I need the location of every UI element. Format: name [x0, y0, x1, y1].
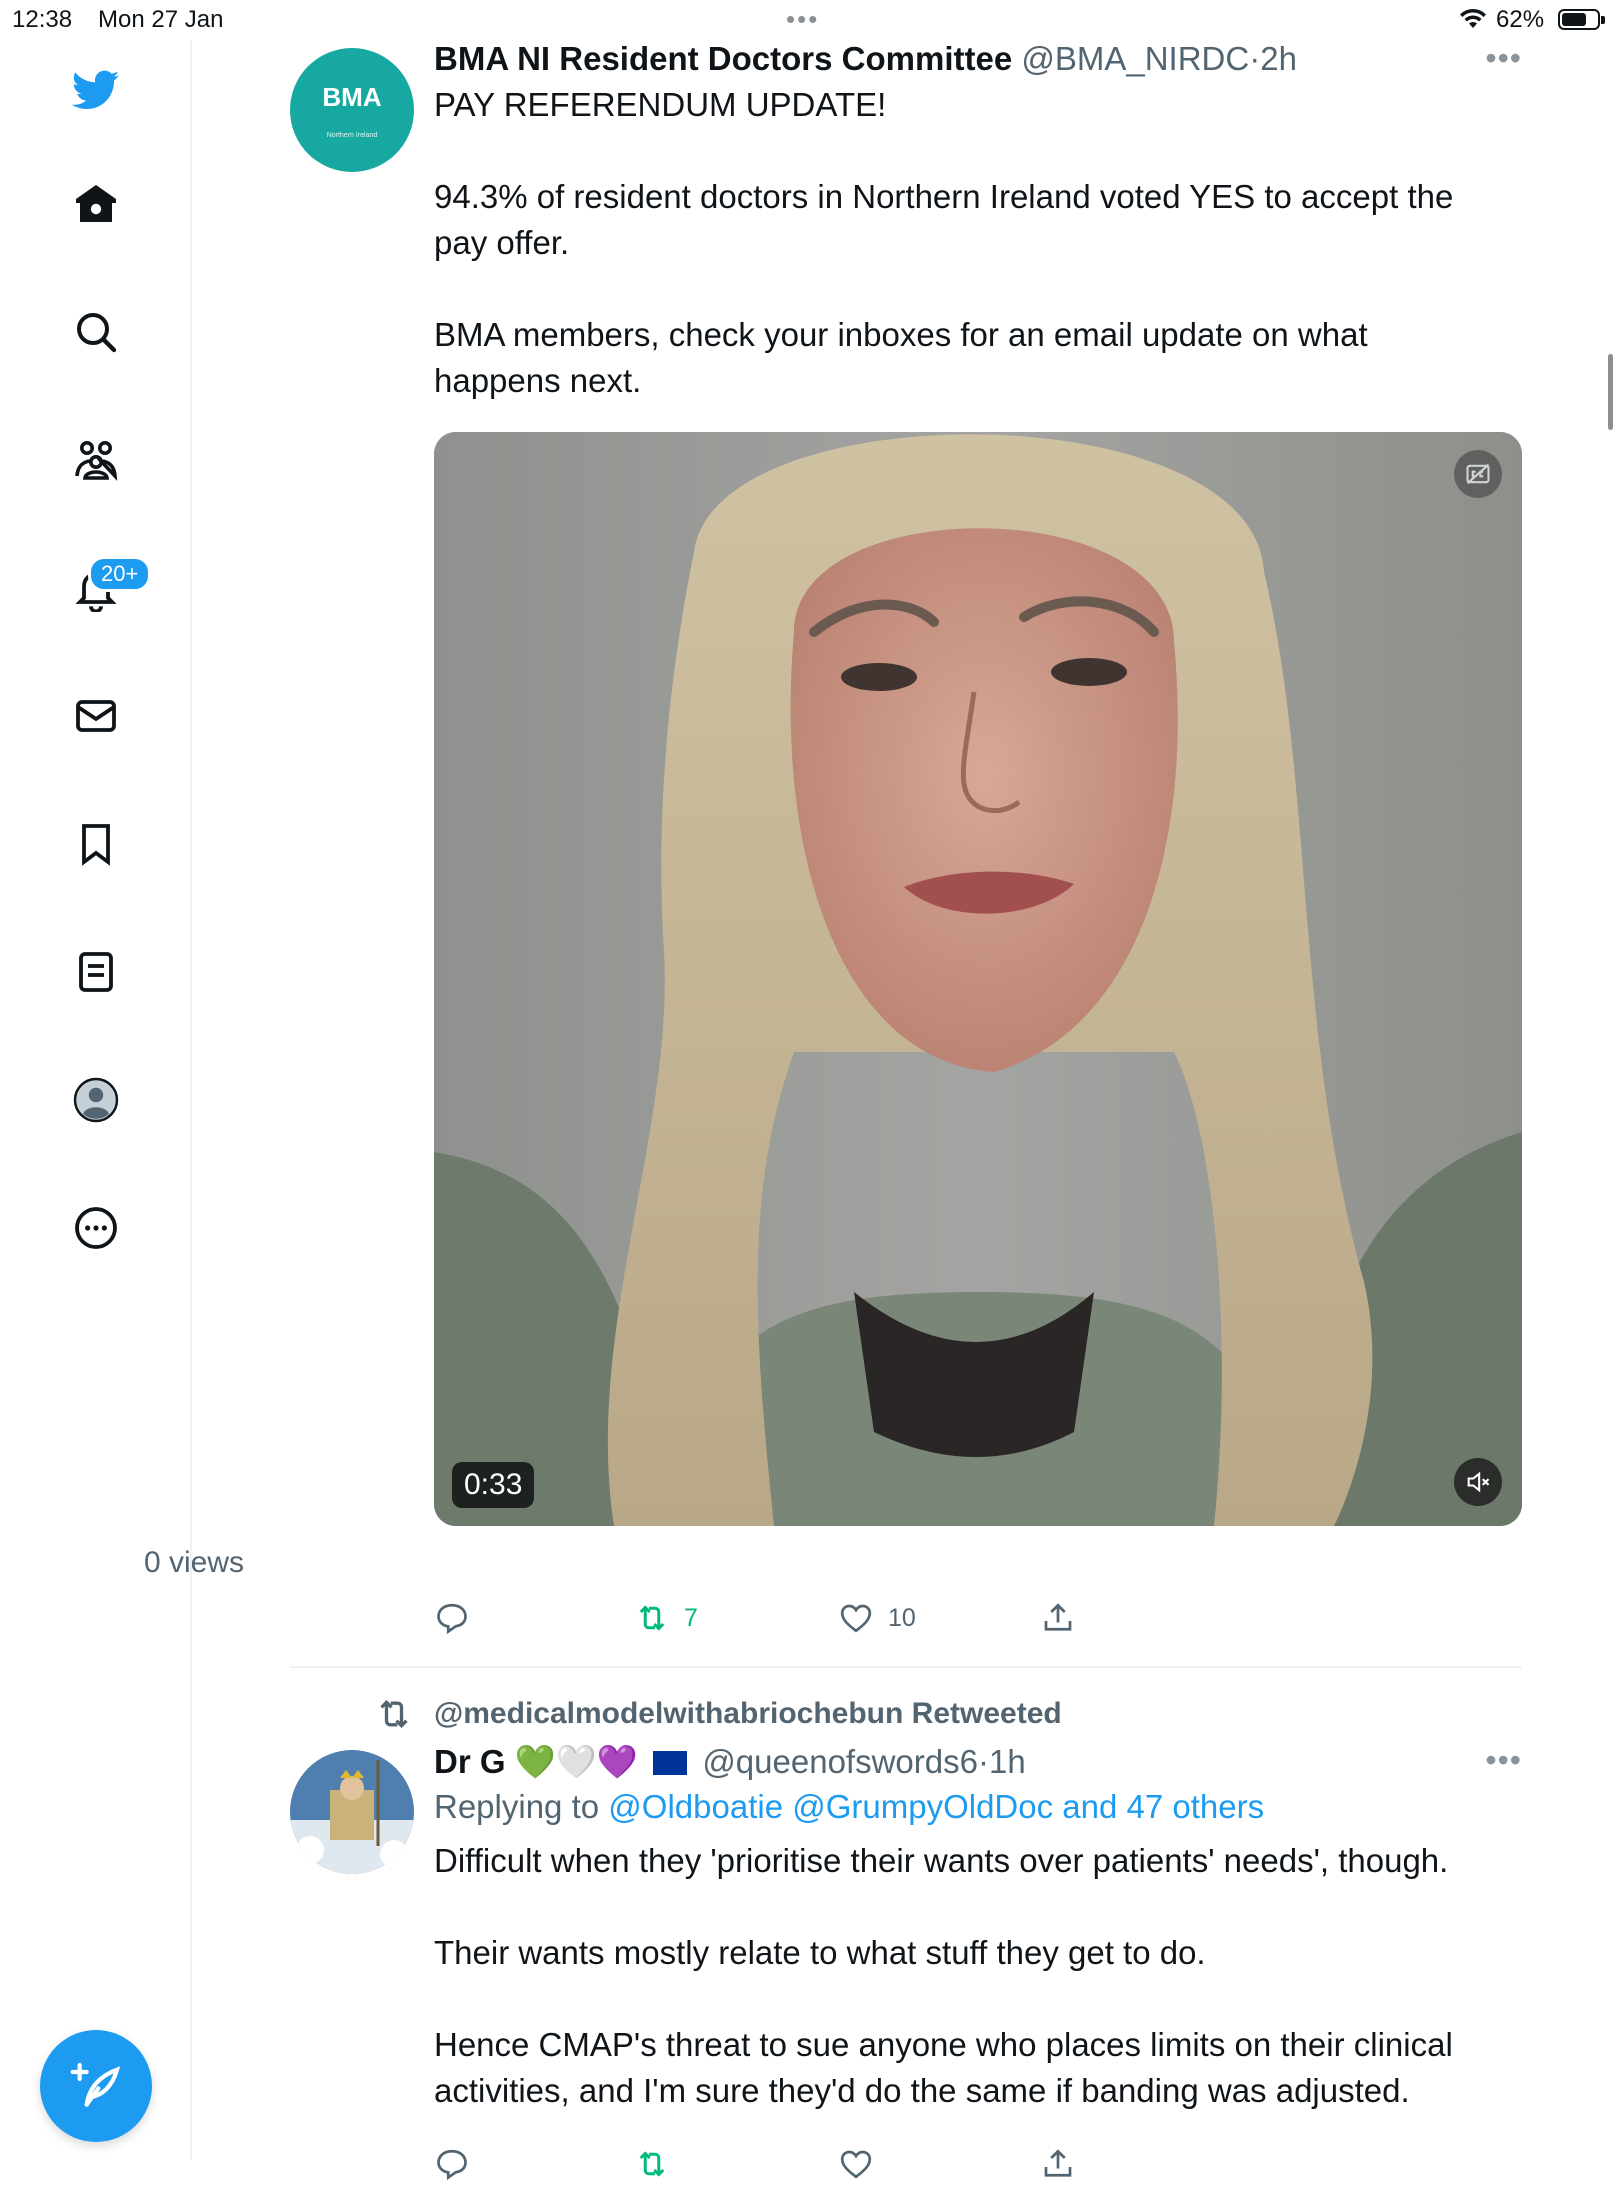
wifi-icon: [1460, 8, 1486, 28]
share-icon: [1044, 2149, 1072, 2177]
replying-to-users-link[interactable]: @Oldboatie @GrumpyOldDoc and 47 others: [608, 1788, 1264, 1825]
tweet-line: BMA members, check your inboxes for an e…: [434, 316, 1368, 353]
heart-icon: [840, 1604, 872, 1633]
avatar-drg[interactable]: [290, 1750, 414, 1874]
more-icon[interactable]: [66, 1198, 126, 1258]
tweet-line: Their wants mostly relate to what stuff …: [434, 1934, 1206, 1971]
author-handle[interactable]: @BMA_NIRDC: [1021, 40, 1249, 77]
messages-icon[interactable]: [66, 686, 126, 746]
speaker-muted-icon: [1467, 1471, 1490, 1493]
reply-button[interactable]: [434, 2146, 484, 2182]
tweet-time[interactable]: 1h: [989, 1743, 1026, 1780]
home-icon[interactable]: [66, 174, 126, 234]
tweet-divider: [290, 1666, 1522, 1668]
twitter-logo-icon[interactable]: [66, 60, 126, 120]
tweet-header: BMA NI Resident Doctors Committee @BMA_N…: [434, 40, 1524, 78]
retweet-icon: [380, 1699, 408, 1729]
scrollbar-thumb[interactable]: [1608, 354, 1613, 430]
tweet-line: 94.3% of resident doctors in Northern Ir…: [434, 178, 1454, 215]
share-button[interactable]: [1040, 1600, 1090, 1636]
reply-icon: [437, 1603, 467, 1635]
tweet-drg-content: Dr G 💚🤍💜 @queenofswords6·1h Replying to …: [434, 1742, 1524, 2114]
retweet-button[interactable]: [634, 2146, 684, 2182]
tweet-header: Dr G 💚🤍💜 @queenofswords6·1h: [434, 1742, 1524, 1782]
tweet-line: activities, and I'm sure they'd do the s…: [434, 2072, 1410, 2109]
tweet-line: Hence CMAP's threat to sue anyone who pl…: [434, 2026, 1453, 2063]
separator-dot: ·: [977, 1743, 989, 1780]
captions-icon: [1466, 463, 1490, 485]
compose-tweet-button[interactable]: [40, 2030, 152, 2142]
avatar-bma-subtext: Northern Ireland: [326, 132, 378, 139]
replying-to-line: Replying to @Oldboatie @GrumpyOldDoc and…: [434, 1788, 1524, 1826]
reply-button[interactable]: [434, 1600, 484, 1636]
tweet-action-bar: [434, 2146, 1434, 2186]
heart-icon: [840, 2150, 872, 2179]
retweet-button[interactable]: 7: [634, 1600, 698, 1636]
share-button[interactable]: [1040, 2146, 1090, 2182]
battery-icon: [1558, 9, 1605, 30]
tweet-bma-content: BMA NI Resident Doctors Committee @BMA_N…: [434, 40, 1524, 404]
author-name[interactable]: BMA NI Resident Doctors Committee: [434, 40, 1012, 77]
author-name[interactable]: Dr G: [434, 1743, 506, 1780]
communities-icon[interactable]: [66, 430, 126, 490]
tweet-line: PAY REFERENDUM UPDATE!: [434, 86, 887, 123]
tweet-action-bar: 7 10: [434, 1600, 1434, 1640]
tweet-line: pay offer.: [434, 224, 570, 261]
tweet-line: Difficult when they 'prioritise their wa…: [434, 1842, 1449, 1879]
tweet-text: Difficult when they 'prioritise their wa…: [434, 1838, 1524, 2114]
author-handle[interactable]: @queenofswords6: [702, 1743, 978, 1780]
profile-icon[interactable]: [66, 1070, 126, 1130]
retweet-icon: [639, 1605, 665, 1631]
view-count: 0 views: [144, 1546, 245, 1579]
status-bar: 12:38 Mon 27 Jan ••• 62%: [0, 0, 1620, 40]
retweet-count: 7: [684, 1603, 698, 1632]
search-icon[interactable]: [66, 302, 126, 362]
tweet-line: happens next.: [434, 362, 642, 399]
lists-icon[interactable]: [66, 942, 126, 1002]
tweet-more-options-icon[interactable]: •••: [1485, 1742, 1522, 1779]
mute-button[interactable]: [1454, 1458, 1502, 1506]
avatar-drg-image: [290, 1750, 414, 1874]
retweeted-by-line[interactable]: @medicalmodelwithabriochebun Retweeted: [374, 1694, 1062, 1734]
replying-to-label: Replying to: [434, 1788, 600, 1825]
tweet-video[interactable]: 0:33: [434, 432, 1522, 1526]
video-duration: 0:33: [452, 1462, 535, 1508]
tweet-more-options-icon[interactable]: •••: [1485, 40, 1522, 77]
eu-flag-icon: [653, 1751, 688, 1775]
bookmarks-icon[interactable]: [66, 814, 126, 874]
like-count: 10: [888, 1603, 916, 1632]
avatar-bma[interactable]: BMA Northern Ireland: [290, 48, 414, 172]
reply-icon: [437, 2149, 467, 2181]
battery-percent: 62%: [1496, 6, 1545, 33]
share-icon: [1044, 1603, 1072, 1631]
name-emojis: 💚🤍💜: [514, 1742, 638, 1781]
retweeted-by-text: @medicalmodelwithabriochebun Retweeted: [434, 1697, 1062, 1730]
like-button[interactable]: [838, 2146, 888, 2182]
retweet-icon: [639, 2151, 665, 2177]
like-button[interactable]: 10: [838, 1600, 916, 1636]
compose-feather-icon: [70, 2062, 121, 2107]
tweet-time[interactable]: 2h: [1260, 40, 1297, 77]
status-time: 12:38: [12, 6, 73, 33]
separator-dot: ·: [1249, 40, 1261, 77]
notifications-badge: 20+: [88, 556, 152, 592]
status-date: Mon 27 Jan: [98, 6, 224, 33]
captions-button[interactable]: [1454, 450, 1502, 498]
sidebar-nav: 20+: [0, 40, 192, 2160]
multitasking-dots-icon[interactable]: •••: [786, 4, 819, 35]
avatar-bma-logo-text: BMA: [322, 82, 382, 112]
tweet-text: PAY REFERENDUM UPDATE! 94.3% of resident…: [434, 82, 1524, 404]
video-frame-image: [434, 432, 1522, 1526]
